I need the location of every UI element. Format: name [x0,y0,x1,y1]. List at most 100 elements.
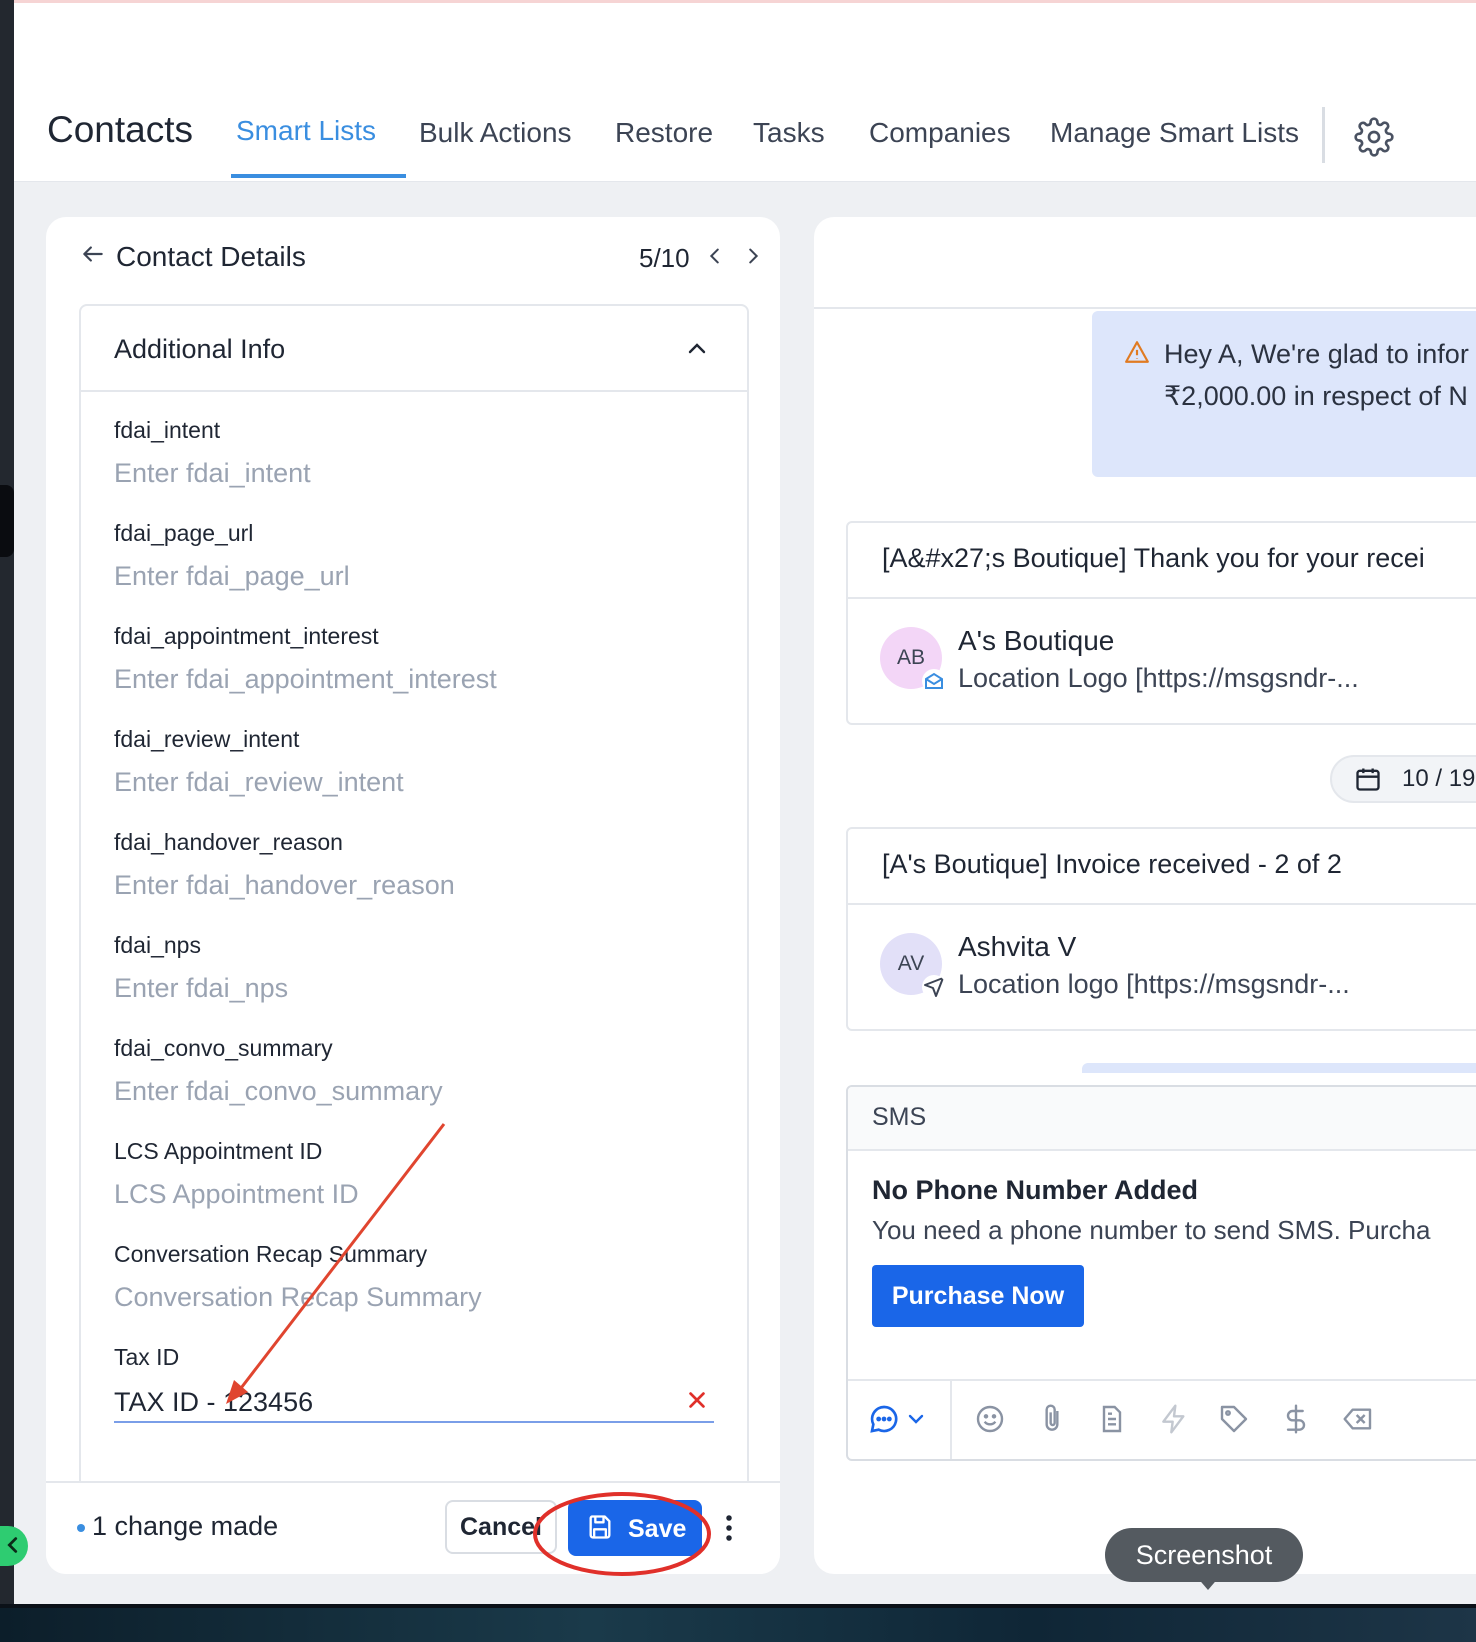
clear-icon[interactable] [686,1389,708,1411]
chat-channel-icon[interactable] [868,1403,900,1435]
sender-name: A's Boutique [958,625,1115,656]
more-options-icon[interactable] [722,1513,736,1543]
conversation-panel: Hey A, We're glad to infor ₹2,000.00 in … [814,217,1476,1574]
field-fdai-page-url: fdai_page_url Enter fdai_page_url [114,517,714,593]
conversation-recap-summary-input[interactable]: Conversation Recap Summary [114,1280,714,1314]
field-conversation-recap-summary: Conversation Recap Summary Conversation … [114,1238,714,1314]
left-window-edge [0,0,14,1610]
calendar-icon [1356,768,1380,791]
message-line-1: Hey A, We're glad to infor [1164,339,1469,369]
field-label: LCS Appointment ID [114,1138,323,1164]
email-open-icon [922,669,946,693]
sender-name: Ashvita V [958,931,1077,962]
field-label: Conversation Recap Summary [114,1241,428,1267]
field-label: fdai_page_url [114,520,254,546]
page-title: Contacts [47,109,194,150]
field-label: fdai_review_intent [114,726,300,752]
chevron-left-icon[interactable] [704,245,726,267]
email-subject-row: [A&#x27;s Boutique] Thank you for your r… [848,523,1476,599]
fdai-intent-input[interactable]: Enter fdai_intent [114,456,714,490]
fdai-handover-reason-input[interactable]: Enter fdai_handover_reason [114,868,714,902]
dollar-icon[interactable] [1280,1403,1312,1435]
email-subject: [A&#x27;s Boutique] Thank you for your r… [882,543,1425,573]
gear-icon[interactable] [1354,117,1394,157]
additional-info-section: Additional Info fdai_intent Enter fdai_i… [79,304,749,1574]
taskbar-edge [0,1604,1476,1608]
field-label: fdai_nps [114,932,201,958]
field-fdai-nps: fdai_nps Enter fdai_nps [114,929,714,1005]
crm-app: Contacts Smart Lists Bulk Actions Restor… [14,0,1476,1604]
top-header: Contacts Smart Lists Bulk Actions Restor… [14,3,1476,182]
email-preview: Location Logo [https://msgsndr-... [958,663,1359,693]
toolbar-divider [950,1381,952,1459]
tab-manage-smart-lists[interactable]: Manage Smart Lists [1050,117,1299,149]
sms-composer: SMS No Phone Number Added You need a pho… [846,1085,1476,1461]
arrow-left-icon[interactable] [80,241,106,267]
tab-bulk-actions[interactable]: Bulk Actions [419,117,572,149]
fdai-appointment-interest-input[interactable]: Enter fdai_appointment_interest [114,662,714,696]
fdai-nps-input[interactable]: Enter fdai_nps [114,971,714,1005]
lightning-icon[interactable] [1158,1403,1190,1435]
email-subject: [A's Boutique] Invoice received - 2 of 2 [882,849,1342,879]
tab-tasks[interactable]: Tasks [753,117,825,149]
field-lcs-appointment-id: LCS Appointment ID LCS Appointment ID [114,1135,714,1211]
clear-input-icon[interactable] [1342,1403,1374,1435]
email-message-card[interactable]: [A&#x27;s Boutique] Thank you for your r… [846,521,1476,725]
fdai-page-url-input[interactable]: Enter fdai_page_url [114,559,714,593]
field-label: fdai_intent [114,417,221,443]
cancel-button[interactable]: Cancel [445,1500,557,1554]
message-line-2: ₹2,000.00 in respect of N [1164,381,1468,411]
lcs-appointment-id-input[interactable]: LCS Appointment ID [114,1177,714,1211]
field-fdai-intent: fdai_intent Enter fdai_intent [114,414,714,490]
chevron-right-icon[interactable] [742,245,764,267]
tab-smart-lists[interactable]: Smart Lists [236,115,376,147]
contact-details-panel: Contact Details 5/10 Additional Info fda… [46,217,780,1574]
screenshot-tooltip: Screenshot [1105,1528,1303,1582]
emoji-icon[interactable] [974,1403,1006,1435]
chevron-left-icon [7,1537,18,1553]
attachment-icon[interactable] [1036,1403,1068,1435]
field-fdai-convo-summary: fdai_convo_summary Enter fdai_convo_summ… [114,1032,714,1108]
chevron-down-icon[interactable] [904,1403,928,1435]
date-separator: 10 / 19 [1330,755,1476,803]
active-tab-indicator [231,174,406,178]
no-phone-title: No Phone Number Added [872,1175,1199,1205]
save-icon [589,1515,611,1539]
message-bubble: Hey A, We're glad to infor ₹2,000.00 in … [1092,311,1476,477]
field-label: fdai_handover_reason [114,829,343,855]
tax-id-value: TAX ID - 123456 [114,1387,314,1417]
tab-restore[interactable]: Restore [615,117,713,149]
email-preview: Location logo [https://msgsndr-... [958,969,1350,999]
change-indicator-dot [77,1524,85,1532]
section-title: Additional Info [114,334,286,364]
message-text: Hey A, We're glad to infor ₹2,000.00 in … [1164,333,1469,417]
header-divider [1322,107,1325,163]
save-button[interactable]: Save [568,1500,702,1556]
document-icon[interactable] [1096,1403,1128,1435]
field-label: Tax ID [114,1344,180,1370]
tooltip-tail [1196,1576,1220,1590]
fdai-convo-summary-input[interactable]: Enter fdai_convo_summary [114,1074,714,1108]
desktop-taskbar [0,1604,1476,1642]
sms-tab-label: SMS [872,1103,927,1131]
field-fdai-appointment-interest: fdai_appointment_interest Enter fdai_app… [114,620,714,696]
warning-icon [1125,341,1149,363]
send-icon [922,975,946,999]
fdai-review-intent-input[interactable]: Enter fdai_review_intent [114,765,714,799]
additional-info-header[interactable]: Additional Info [81,306,747,392]
sms-tab-header[interactable]: SMS [848,1087,1476,1151]
chevron-up-icon[interactable] [685,336,709,360]
tab-companies[interactable]: Companies [869,117,1011,149]
purchase-now-button[interactable]: Purchase Now [872,1265,1084,1327]
email-message-card[interactable]: [A's Boutique] Invoice received - 2 of 2… [846,827,1476,1031]
date-text: 10 / 19 [1402,765,1476,792]
tax-id-input[interactable]: TAX ID - 123456 [114,1383,714,1423]
record-pager: 5/10 [639,243,690,273]
field-label: fdai_appointment_interest [114,623,379,649]
window-edge-notch [0,485,14,557]
field-fdai-review-intent: fdai_review_intent Enter fdai_review_int… [114,723,714,799]
message-bubble-partial [1082,1063,1476,1073]
email-subject-row: [A's Boutique] Invoice received - 2 of 2 [848,829,1476,905]
tag-icon[interactable] [1218,1403,1250,1435]
contact-details-title: Contact Details [116,241,306,272]
